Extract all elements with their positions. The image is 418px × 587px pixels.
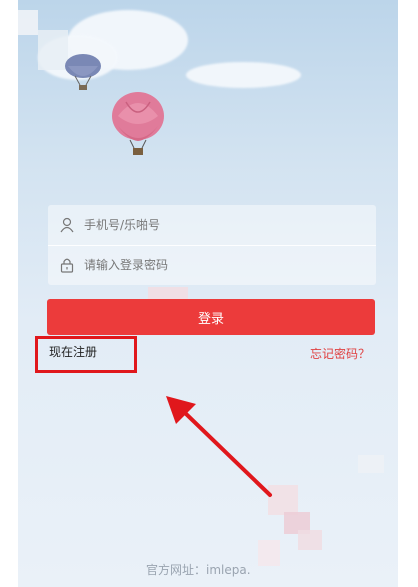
annotation-arrow	[166, 396, 272, 497]
